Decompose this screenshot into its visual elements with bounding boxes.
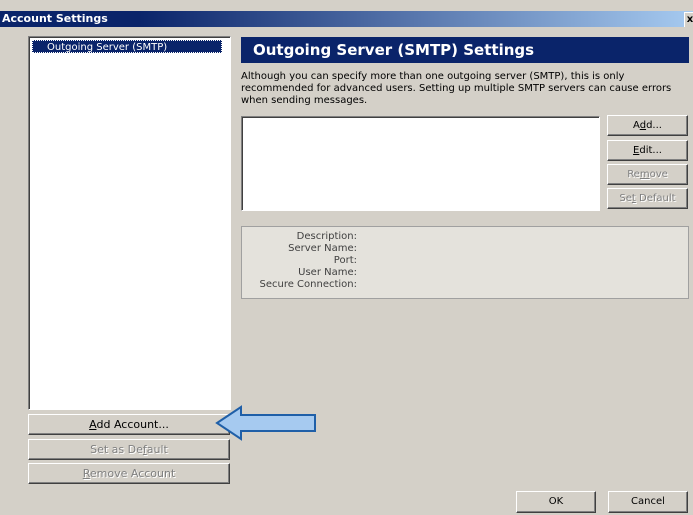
remove-account-button[interactable]: Remove Account [28, 463, 230, 484]
port-label: Port: [333, 255, 357, 266]
user-name-label: User Name: [298, 267, 357, 278]
set-default-server-button[interactable]: Set Default [607, 188, 688, 209]
description-label: Description: [296, 231, 357, 242]
server-name-label: Server Name: [288, 243, 357, 254]
tree-item-outgoing-server[interactable]: Outgoing Server (SMTP) [32, 40, 222, 53]
secure-connection-label: Secure Connection: [259, 279, 357, 290]
panel-description: Although you can specify more than one o… [241, 71, 672, 106]
add-account-button[interactable]: Add Account... [28, 414, 230, 435]
set-as-default-button[interactable]: Set as Default [28, 439, 230, 460]
add-server-button[interactable]: Add... [607, 115, 688, 136]
title-bar[interactable]: Account Settings x [0, 11, 693, 27]
left-arrow-icon [215, 405, 316, 441]
edit-server-button[interactable]: Edit... [607, 140, 688, 161]
server-details: Description: Server Name: Port: User Nam… [241, 226, 689, 299]
window-title: Account Settings [2, 12, 108, 25]
smtp-server-list[interactable] [241, 116, 600, 211]
account-tree[interactable]: Outgoing Server (SMTP) [28, 36, 231, 410]
close-icon[interactable]: x [684, 12, 693, 27]
remove-server-button[interactable]: Remove [607, 164, 688, 185]
cancel-button[interactable]: Cancel [608, 491, 688, 513]
ok-button[interactable]: OK [516, 491, 596, 513]
panel-title: Outgoing Server (SMTP) Settings [241, 37, 689, 63]
